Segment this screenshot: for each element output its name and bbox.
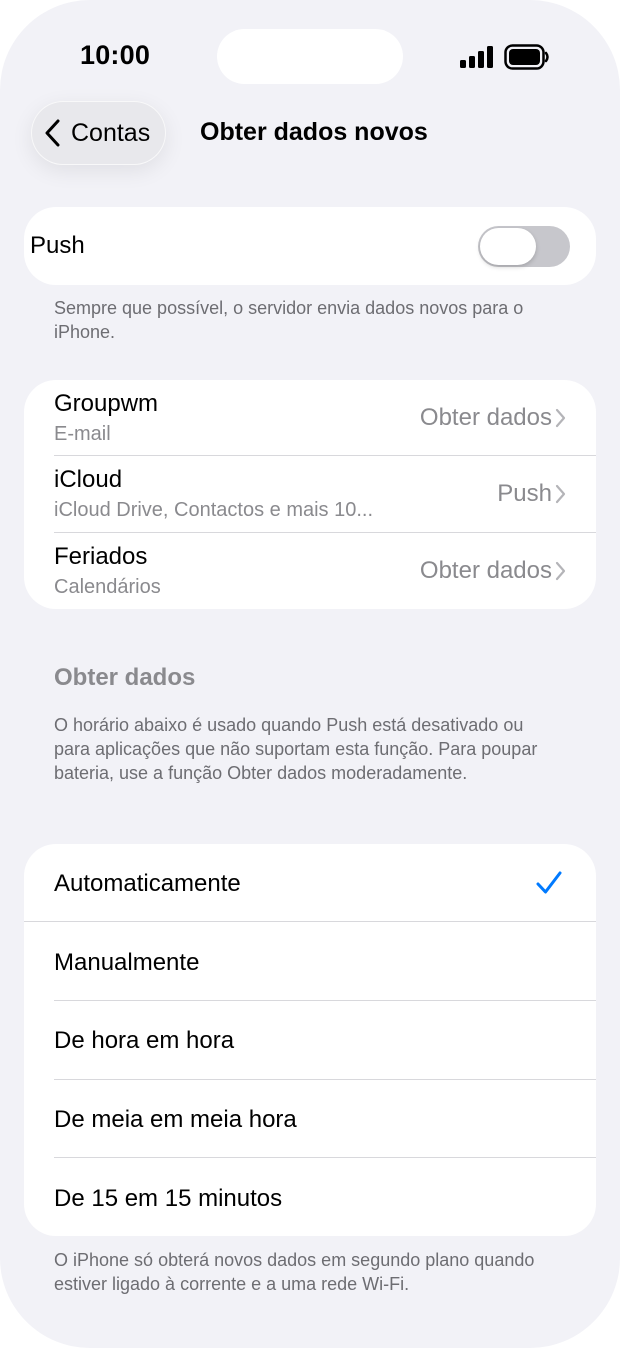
account-title: Feriados (54, 543, 148, 570)
account-fetch-value: Obter dados (419, 557, 552, 584)
account-subtitle: E-mail (54, 423, 111, 445)
chevron-right-icon (555, 561, 566, 581)
option-label: De 15 em 15 minutos (54, 1185, 283, 1212)
status-time: 10:00 (80, 40, 151, 70)
account-subtitle: Calendários (54, 576, 161, 598)
chevron-right-icon (555, 484, 566, 504)
schedule-options-list: Automaticamente Manualmente De hora em h… (24, 844, 596, 1236)
account-row-feriados[interactable]: Feriados Calendários Obter dados (24, 533, 596, 609)
account-row-icloud[interactable]: iCloud iCloud Drive, Contactos e mais 10… (24, 456, 596, 532)
checkmark-icon (536, 871, 562, 894)
option-15-minutos[interactable]: De 15 em 15 minutos (24, 1158, 596, 1236)
option-hora-em-hora[interactable]: De hora em hora (24, 1001, 596, 1079)
push-label: Push (30, 232, 85, 259)
account-fetch-value: Push (497, 480, 552, 507)
option-label: De meia em meia hora (54, 1106, 297, 1133)
push-toggle[interactable] (478, 226, 570, 267)
option-meia-hora[interactable]: De meia em meia hora (24, 1080, 596, 1158)
fetch-description: O horário abaixo é usado quando Push est… (54, 715, 538, 783)
phone-screen: 10:00 Contas Obter dados novos Push Semp… (0, 0, 620, 1348)
section-header: Obter dados (54, 664, 196, 691)
page-title: Obter dados novos (200, 118, 428, 146)
cellular-signal-icon (460, 46, 493, 68)
back-label: Contas (71, 118, 151, 147)
option-label: De hora em hora (54, 1027, 235, 1054)
option-automaticamente[interactable]: Automaticamente (24, 844, 596, 922)
account-title: iCloud (54, 466, 123, 493)
bottom-footnote: O iPhone só obterá novos dados em segund… (54, 1250, 535, 1294)
account-subtitle: iCloud Drive, Contactos e mais 10... (54, 499, 374, 521)
option-label: Manualmente (54, 949, 200, 976)
account-row-groupwm[interactable]: Groupwm E-mail Obter dados (24, 380, 596, 456)
option-label: Automaticamente (54, 870, 241, 897)
back-button[interactable]: Contas (31, 101, 166, 165)
chevron-left-icon (45, 119, 60, 147)
account-fetch-value: Obter dados (419, 404, 552, 431)
accounts-list: Groupwm E-mail Obter dados iCloud iCloud… (24, 380, 596, 609)
account-title: Groupwm (54, 390, 159, 417)
option-manualmente[interactable]: Manualmente (24, 922, 596, 1000)
chevron-right-icon (555, 408, 566, 428)
push-footnote: Sempre que possível, o servidor envia da… (54, 298, 524, 342)
toggle-knob (480, 228, 536, 265)
battery-icon (504, 44, 549, 70)
dynamic-island (217, 29, 403, 84)
